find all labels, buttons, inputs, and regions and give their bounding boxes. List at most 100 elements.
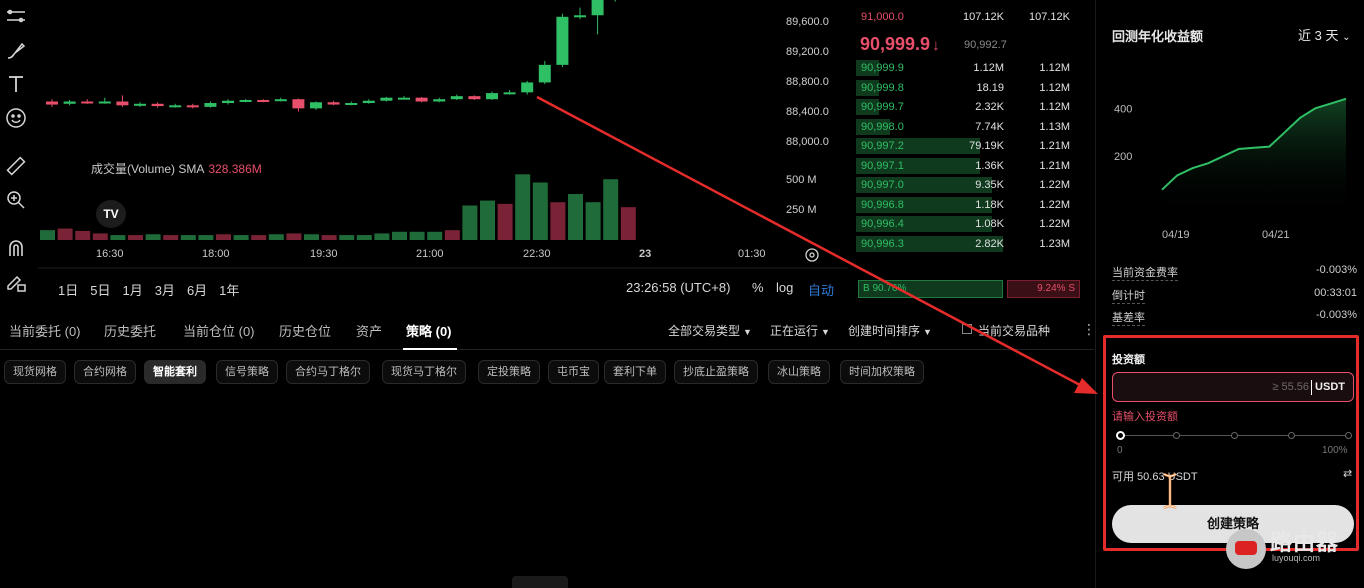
auto-scale-toggle[interactable]: 自动 (808, 280, 834, 299)
candle[interactable] (345, 103, 358, 106)
range-1d[interactable]: 1日 (58, 280, 78, 299)
strategy-chip[interactable]: 现货网格 (4, 360, 66, 384)
log-toggle[interactable]: log (776, 280, 793, 295)
strategy-chip[interactable]: 定投策略 (478, 360, 540, 384)
strategy-chip[interactable]: 现货马丁格尔 (382, 360, 466, 384)
swap-icon[interactable]: ⇄ (1343, 467, 1352, 480)
candle[interactable] (239, 99, 252, 102)
candle[interactable] (151, 103, 164, 107)
candle[interactable] (169, 105, 182, 108)
tab-position-history[interactable]: 历史仓位 (279, 321, 331, 340)
filter-trade-type[interactable]: 全部交易类型 ▼ (668, 322, 752, 339)
bid-qty: 2.82K (975, 237, 1004, 250)
filter-status[interactable]: 正在运行 ▼ (770, 322, 830, 339)
candle[interactable] (134, 103, 146, 106)
slider-step[interactable] (1345, 432, 1352, 439)
tab-order-history[interactable]: 历史委托 (104, 321, 156, 340)
percent-toggle[interactable]: % (752, 280, 764, 295)
brush-icon[interactable] (4, 38, 28, 62)
lines-icon[interactable] (4, 6, 28, 30)
range-1y[interactable]: 1年 (219, 280, 239, 299)
current-symbol-checkbox[interactable] (962, 324, 972, 334)
candle[interactable] (257, 99, 270, 102)
candle[interactable] (98, 101, 111, 104)
candle[interactable] (310, 102, 322, 109)
strategy-chip[interactable]: 合约网格 (74, 360, 136, 384)
tab-positions[interactable]: 当前仓位 (0) (183, 321, 255, 340)
range-1m[interactable]: 1月 (122, 280, 142, 299)
range-3m[interactable]: 3月 (155, 280, 175, 299)
candle[interactable] (362, 100, 375, 104)
bid-row[interactable]: 90,997.0 9.35K 1.22M (850, 176, 1082, 194)
candle[interactable] (292, 99, 305, 109)
strategy-chip[interactable]: 信号策略 (216, 360, 278, 384)
candle[interactable] (415, 97, 428, 102)
candle[interactable] (538, 64, 551, 83)
period-select[interactable]: 近 3 天 ⌄ (1298, 25, 1350, 44)
bid-row[interactable]: 90,999.7 2.32K 1.12M (850, 98, 1082, 116)
bid-row[interactable]: 90,996.3 2.82K 1.23M (850, 235, 1082, 253)
candle[interactable] (274, 99, 287, 102)
range-6m[interactable]: 6月 (187, 280, 207, 299)
chart-settings-icon[interactable] (804, 247, 820, 263)
bid-row[interactable]: 90,999.8 18.19 1.12M (850, 79, 1082, 97)
candle[interactable] (46, 101, 58, 105)
more-options-icon[interactable]: ⋮ (1082, 321, 1096, 338)
bid-row[interactable]: 90,997.1 1.36K 1.21M (850, 157, 1082, 175)
strategy-chip[interactable]: 智能套利 (144, 360, 206, 384)
strategy-chip[interactable]: 抄底止盈策略 (674, 360, 758, 384)
investment-error: 请输入投资额 (1112, 411, 1178, 423)
candle[interactable] (574, 15, 586, 18)
ask-row[interactable]: 91,000.0 107.12K 107.12K (850, 8, 1082, 26)
candle[interactable] (380, 97, 393, 101)
strategy-chip[interactable]: 套利下单 (604, 360, 666, 384)
candle[interactable] (433, 99, 446, 102)
slider-step[interactable] (1288, 432, 1295, 439)
candle[interactable] (398, 97, 410, 100)
magnet-icon[interactable] (4, 236, 28, 260)
bid-qty: 1.36K (975, 159, 1004, 172)
candle[interactable] (204, 103, 217, 107)
candle[interactable] (503, 92, 516, 95)
candle[interactable] (591, 0, 604, 16)
lock-pencil-icon[interactable] (4, 270, 28, 294)
bid-row[interactable]: 90,996.4 1.08K 1.22M (850, 215, 1082, 233)
candle[interactable] (468, 96, 481, 100)
candle[interactable] (116, 101, 129, 106)
emoji-icon[interactable] (4, 106, 28, 130)
tab-assets[interactable]: 资产 (356, 321, 382, 340)
bid-row[interactable]: 90,996.8 1.18K 1.22M (850, 196, 1082, 214)
strategy-chip[interactable]: 时间加权策略 (840, 360, 924, 384)
filter-current-symbol-label[interactable]: 当前交易品种 (978, 322, 1050, 339)
slider-step[interactable] (1231, 432, 1238, 439)
text-icon[interactable] (4, 72, 28, 96)
investment-input[interactable]: ≥ 55.56 USDT (1112, 372, 1354, 402)
candle[interactable] (486, 93, 498, 100)
bid-row[interactable]: 90,998.0 7.74K 1.13M (850, 118, 1082, 136)
chevron-down-icon: ▼ (923, 327, 932, 337)
bid-row[interactable]: 90,997.2 79.19K 1.21M (850, 137, 1082, 155)
tab-open-orders[interactable]: 当前委托 (0) (9, 321, 81, 340)
candle[interactable] (81, 101, 94, 104)
investment-slider[interactable] (1116, 430, 1352, 442)
candle[interactable] (450, 96, 463, 100)
ruler-icon[interactable] (4, 154, 28, 178)
candle[interactable] (222, 100, 234, 104)
slider-handle[interactable] (1116, 431, 1125, 440)
slider-step[interactable] (1173, 432, 1180, 439)
chart-clock[interactable]: 23:26:58 (UTC+8) (626, 280, 730, 295)
candle[interactable] (186, 105, 199, 108)
candle[interactable] (327, 102, 340, 105)
zoom-in-icon[interactable] (4, 188, 28, 212)
candle[interactable] (521, 82, 534, 93)
strategy-chip[interactable]: 冰山策略 (768, 360, 830, 384)
strategy-chip[interactable]: 屯币宝 (548, 360, 599, 384)
candle[interactable] (63, 101, 76, 104)
filter-sort[interactable]: 创建时间排序 ▼ (848, 322, 932, 339)
strategy-chip[interactable]: 合约马丁格尔 (286, 360, 370, 384)
candle[interactable] (556, 16, 569, 65)
bid-row[interactable]: 90,999.9 1.12M 1.12M (850, 59, 1082, 77)
tradingview-logo[interactable]: TV (96, 200, 126, 228)
range-5d[interactable]: 5日 (90, 280, 110, 299)
tab-strategies[interactable]: 策略 (0) (406, 321, 452, 340)
